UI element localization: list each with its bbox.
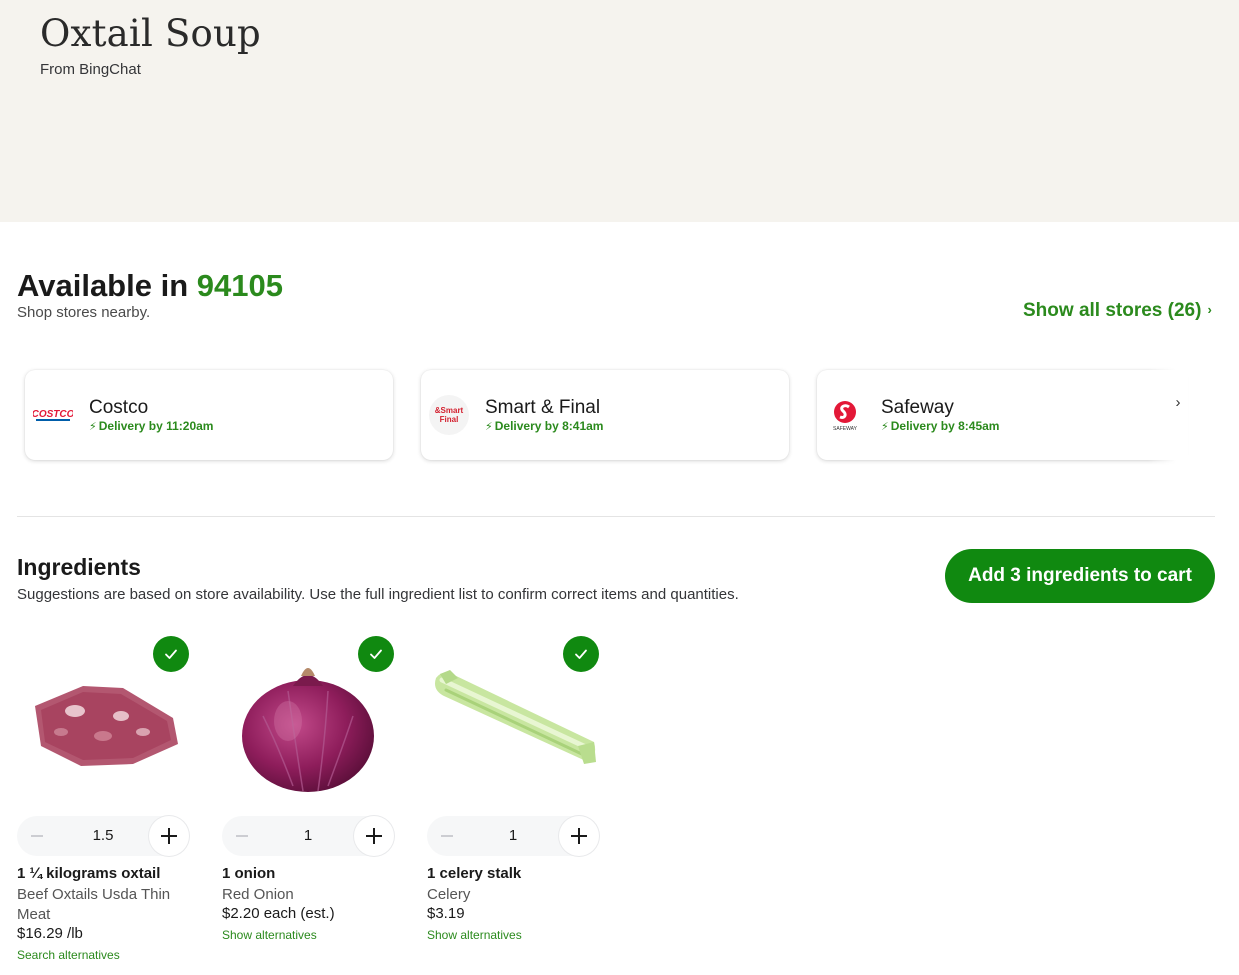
product-price: $16.29 /lb: [17, 925, 83, 942]
availability-prefix: Available in: [17, 268, 189, 303]
recipe-quantity: 1 celery stalk: [427, 865, 522, 882]
product-name[interactable]: Red Onion: [222, 885, 394, 905]
svg-text:&Smart: &Smart: [435, 406, 464, 415]
recipe-quantity: 1 onion: [222, 865, 276, 882]
costco-logo: COSTCO: [33, 395, 73, 435]
quantity-value[interactable]: 1: [467, 816, 559, 856]
store-card-costco[interactable]: COSTCO Costco ⚡ Delivery by 11:20am: [25, 370, 393, 460]
lightning-icon: ⚡: [881, 421, 889, 433]
store-name: Safeway: [881, 397, 954, 418]
plus-icon: [571, 828, 587, 844]
quantity-value[interactable]: 1.5: [57, 816, 149, 856]
recipe-source: From BingChat: [40, 61, 141, 78]
availability-subtitle: Shop stores nearby.: [17, 304, 151, 321]
decrease-quantity-button[interactable]: [427, 816, 467, 856]
selected-check-icon[interactable]: [563, 636, 599, 672]
decrease-quantity-button[interactable]: [17, 816, 57, 856]
availability-heading: Available in 94105: [17, 268, 283, 304]
store-card-safeway[interactable]: SAFEWAY Safeway ⚡ Delivery by 8:45am: [817, 370, 1185, 460]
ingredient-item-celery: 1 1 celery stalk Celery $3.19 Show alter…: [427, 636, 599, 975]
add-ingredients-to-cart-button[interactable]: Add 3 ingredients to cart: [945, 549, 1215, 603]
store-delivery-time: ⚡ Delivery by 11:20am: [89, 419, 214, 433]
ingredients-heading: Ingredients: [17, 554, 141, 580]
search-alternatives-link[interactable]: Search alternatives: [17, 948, 120, 962]
increase-quantity-button[interactable]: [559, 816, 599, 856]
lightning-icon: ⚡: [485, 421, 493, 433]
stores-next-chevron-icon[interactable]: ›: [1168, 394, 1188, 418]
increase-quantity-button[interactable]: [149, 816, 189, 856]
recipe-hero: Oxtail Soup From BingChat: [0, 0, 1239, 222]
show-alternatives-link[interactable]: Show alternatives: [222, 928, 317, 942]
store-card-smart-final[interactable]: &Smart Final Smart & Final ⚡ Delivery by …: [421, 370, 789, 460]
show-all-stores-label: Show all stores (26): [1023, 300, 1202, 321]
quantity-value[interactable]: 1: [262, 816, 354, 856]
store-name: Smart & Final: [485, 397, 601, 418]
svg-text:Final: Final: [440, 415, 459, 424]
recipe-quantity: 1 ¼ kilograms oxtail: [17, 865, 161, 882]
product-name[interactable]: Celery: [427, 885, 599, 905]
smart-final-logo: &Smart Final: [429, 395, 469, 435]
increase-quantity-button[interactable]: [354, 816, 394, 856]
safeway-logo: SAFEWAY: [825, 395, 865, 435]
recipe-title: Oxtail Soup: [40, 12, 261, 55]
quantity-stepper: 1: [222, 816, 394, 856]
lightning-icon: ⚡: [89, 421, 97, 433]
decrease-quantity-button[interactable]: [222, 816, 262, 856]
product-price: $2.20 each (est.): [222, 905, 335, 922]
svg-text:SAFEWAY: SAFEWAY: [833, 426, 858, 432]
minus-icon: [31, 835, 43, 837]
minus-icon: [236, 835, 248, 837]
store-name: Costco: [89, 397, 149, 418]
quantity-stepper: 1: [427, 816, 599, 856]
zip-code[interactable]: 94105: [197, 268, 283, 303]
show-all-stores-link[interactable]: Show all stores (26) ›: [1023, 300, 1212, 322]
product-name[interactable]: Beef Oxtails Usda Thin Meat: [17, 885, 189, 925]
plus-icon: [161, 828, 177, 844]
section-divider: [17, 516, 1215, 517]
plus-icon: [366, 828, 382, 844]
selected-check-icon[interactable]: [358, 636, 394, 672]
show-alternatives-link[interactable]: Show alternatives: [427, 928, 522, 942]
ingredient-item-onion: 1 1 onion Red Onion $2.20 each (est.) Sh…: [222, 636, 394, 975]
store-delivery-time: ⚡ Delivery by 8:41am: [485, 419, 604, 433]
ingredients-subtitle: Suggestions are based on store availabil…: [17, 586, 739, 603]
quantity-stepper: 1.5: [17, 816, 189, 856]
store-delivery-time: ⚡ Delivery by 8:45am: [881, 419, 1000, 433]
ingredient-item-oxtail: 1.5 1 ¼ kilograms oxtail Beef Oxtails Us…: [17, 636, 189, 975]
chevron-right-icon: ›: [1207, 302, 1212, 317]
product-price: $3.19: [427, 905, 465, 922]
minus-icon: [441, 835, 453, 837]
svg-text:COSTCO: COSTCO: [33, 409, 73, 420]
selected-check-icon[interactable]: [153, 636, 189, 672]
